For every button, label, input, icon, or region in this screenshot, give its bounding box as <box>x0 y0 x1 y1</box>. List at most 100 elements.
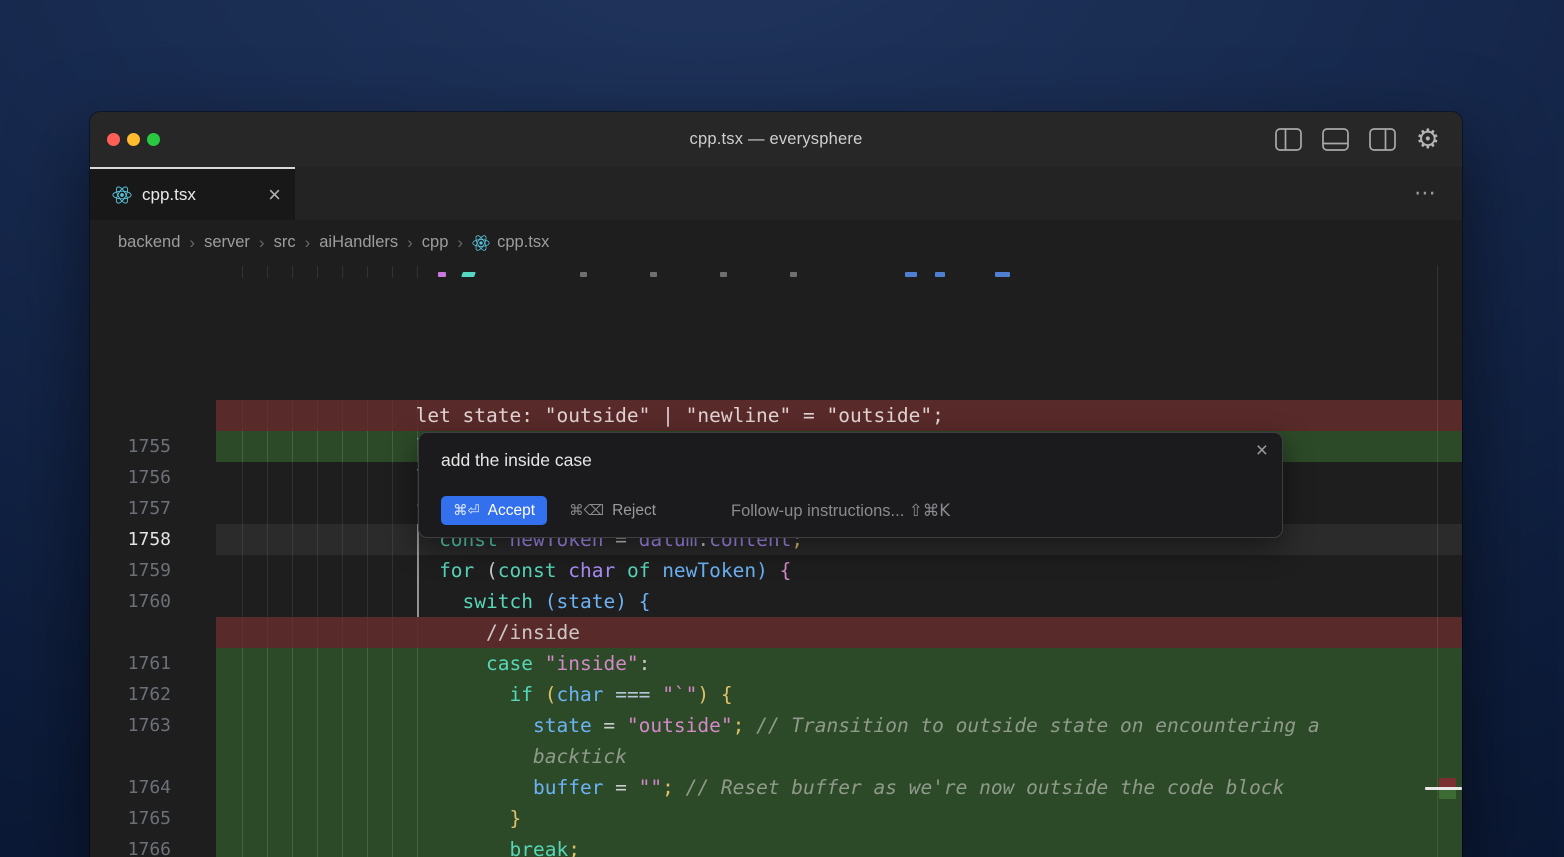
window-title: cpp.tsx — everysphere <box>90 112 1462 167</box>
react-icon <box>472 234 490 252</box>
token <box>709 683 721 706</box>
reject-label: Reject <box>612 502 656 520</box>
token <box>533 590 545 613</box>
token: : <box>639 652 651 675</box>
token: ( <box>474 559 497 582</box>
accept-button[interactable]: ⌘⏎ Accept <box>441 496 547 525</box>
toggle-panel-icon[interactable] <box>1322 128 1349 151</box>
code-fragment <box>438 272 446 277</box>
code-text: for (const char of newToken) { <box>216 559 791 582</box>
token: char <box>556 683 603 706</box>
token <box>533 652 545 675</box>
code-line-content: state = "outside"; // Transition to outs… <box>216 710 1462 741</box>
code-text: //inside <box>216 621 580 644</box>
tab-cpp-tsx[interactable]: cpp.tsx × <box>90 167 295 220</box>
breadcrumb-item[interactable]: backend <box>118 233 180 252</box>
line-number: 1762 <box>90 679 216 710</box>
scrollbar-diff-marker[interactable] <box>1425 778 1462 800</box>
token: break <box>510 838 569 857</box>
editor-actions-more-icon[interactable]: ⋯ <box>1414 167 1436 220</box>
code-line[interactable]: 1766 break; <box>90 834 1462 857</box>
breadcrumb-item[interactable]: server <box>204 233 250 252</box>
line-number <box>90 400 216 431</box>
code-line[interactable]: backtick <box>90 741 1462 772</box>
breadcrumb-item[interactable]: src <box>274 233 296 252</box>
chevron-right-icon: › <box>189 233 195 253</box>
code-line[interactable]: 1764 buffer = ""; // Reset buffer as we'… <box>90 772 1462 803</box>
scroll-position-marker <box>1425 787 1462 790</box>
followup-instructions-link[interactable]: Follow-up instructions... ⇧⌘K <box>731 501 950 521</box>
token: ; <box>568 838 580 857</box>
followup-shortcut-keys: ⇧⌘K <box>909 501 950 520</box>
code-line-content: case "inside": <box>216 648 1462 679</box>
line-number: 1760 <box>90 586 216 617</box>
token: const <box>498 559 557 582</box>
code-line[interactable]: //inside <box>90 617 1462 648</box>
indent-guides <box>242 266 419 278</box>
code-fragment <box>790 272 797 277</box>
code-line[interactable]: let state: "outside" | "newline" = "outs… <box>90 400 1462 431</box>
reject-shortcut-keys: ⌘⌫ <box>569 503 604 519</box>
token: //inside <box>486 621 580 644</box>
code-line[interactable]: 1760 switch (state) { <box>90 586 1462 617</box>
breadcrumb-item[interactable]: aiHandlers <box>319 233 398 252</box>
close-icon[interactable]: × <box>1256 439 1268 463</box>
code-fragment <box>580 272 587 277</box>
line-number: 1756 <box>90 462 216 493</box>
reject-button[interactable]: ⌘⌫ Reject <box>569 502 656 520</box>
settings-gear-icon[interactable]: ⚙ <box>1416 126 1440 153</box>
tab-close-icon[interactable]: × <box>268 184 281 206</box>
token: ) <box>756 559 768 582</box>
editor[interactable]: let state: "outside" | "newline" = "outs… <box>90 265 1462 857</box>
token: state <box>533 714 592 737</box>
chevron-right-icon: › <box>457 233 463 253</box>
code-line[interactable]: 1765 } <box>90 803 1462 834</box>
token <box>615 559 627 582</box>
breadcrumb-file[interactable]: cpp.tsx <box>472 233 549 252</box>
code-line[interactable]: 1761 case "inside": <box>90 648 1462 679</box>
token: ) <box>615 590 627 613</box>
line-number: 1765 <box>90 803 216 834</box>
code-line-content: backtick <box>216 741 1462 772</box>
followup-label: Follow-up instructions... <box>731 502 904 520</box>
code-line[interactable]: 1762 if (char === "`") { <box>90 679 1462 710</box>
diff-removed-marker <box>1439 778 1456 787</box>
token: newToken <box>662 559 756 582</box>
line-number: 1755 <box>90 431 216 462</box>
code-text: if (char === "`") { <box>216 683 733 706</box>
titlebar-controls: ⚙ <box>1275 112 1440 167</box>
line-number: 1759 <box>90 555 216 586</box>
code-text: buffer = ""; // Reset buffer as we're no… <box>216 776 1284 799</box>
toggle-secondary-sidebar-icon[interactable] <box>1369 128 1396 151</box>
chevron-right-icon: › <box>305 233 311 253</box>
token: backtick <box>533 745 627 768</box>
code-line-content: for (const char of newToken) { <box>216 555 1462 586</box>
code-text: break; <box>216 838 580 857</box>
toggle-primary-sidebar-icon[interactable] <box>1275 128 1302 151</box>
token: case <box>486 652 533 675</box>
token: === <box>615 683 650 706</box>
code-line-content: if (char === "`") { <box>216 679 1462 710</box>
scrollbar-track-line <box>1437 265 1438 857</box>
line-number: 1758 <box>90 524 216 555</box>
token <box>627 590 639 613</box>
token: if <box>510 683 533 706</box>
line-number <box>90 741 216 772</box>
token <box>650 683 662 706</box>
diff-added-marker <box>1439 790 1456 799</box>
desktop: { "window": { "title": "cpp.tsx — everys… <box>0 0 1564 857</box>
line-number: 1763 <box>90 710 216 741</box>
code-line[interactable]: 1759 for (const char of newToken) { <box>90 555 1462 586</box>
token: } <box>510 807 522 830</box>
code-text: let state: "outside" | "newline" = "outs… <box>216 404 944 427</box>
token <box>533 683 545 706</box>
code-line[interactable]: 1763 state = "outside"; // Transition to… <box>90 710 1462 741</box>
inline-chat-actions: ⌘⏎ Accept ⌘⌫ Reject Follow-up instructio… <box>441 496 1262 525</box>
breadcrumb-item[interactable]: cpp <box>422 233 449 252</box>
code-line-content: buffer = ""; // Reset buffer as we're no… <box>216 772 1462 803</box>
app-window: cpp.tsx — everysphere ⚙ <box>90 112 1462 857</box>
token <box>768 559 780 582</box>
token: ; <box>733 714 745 737</box>
code-text: } <box>216 807 521 830</box>
token <box>650 559 662 582</box>
